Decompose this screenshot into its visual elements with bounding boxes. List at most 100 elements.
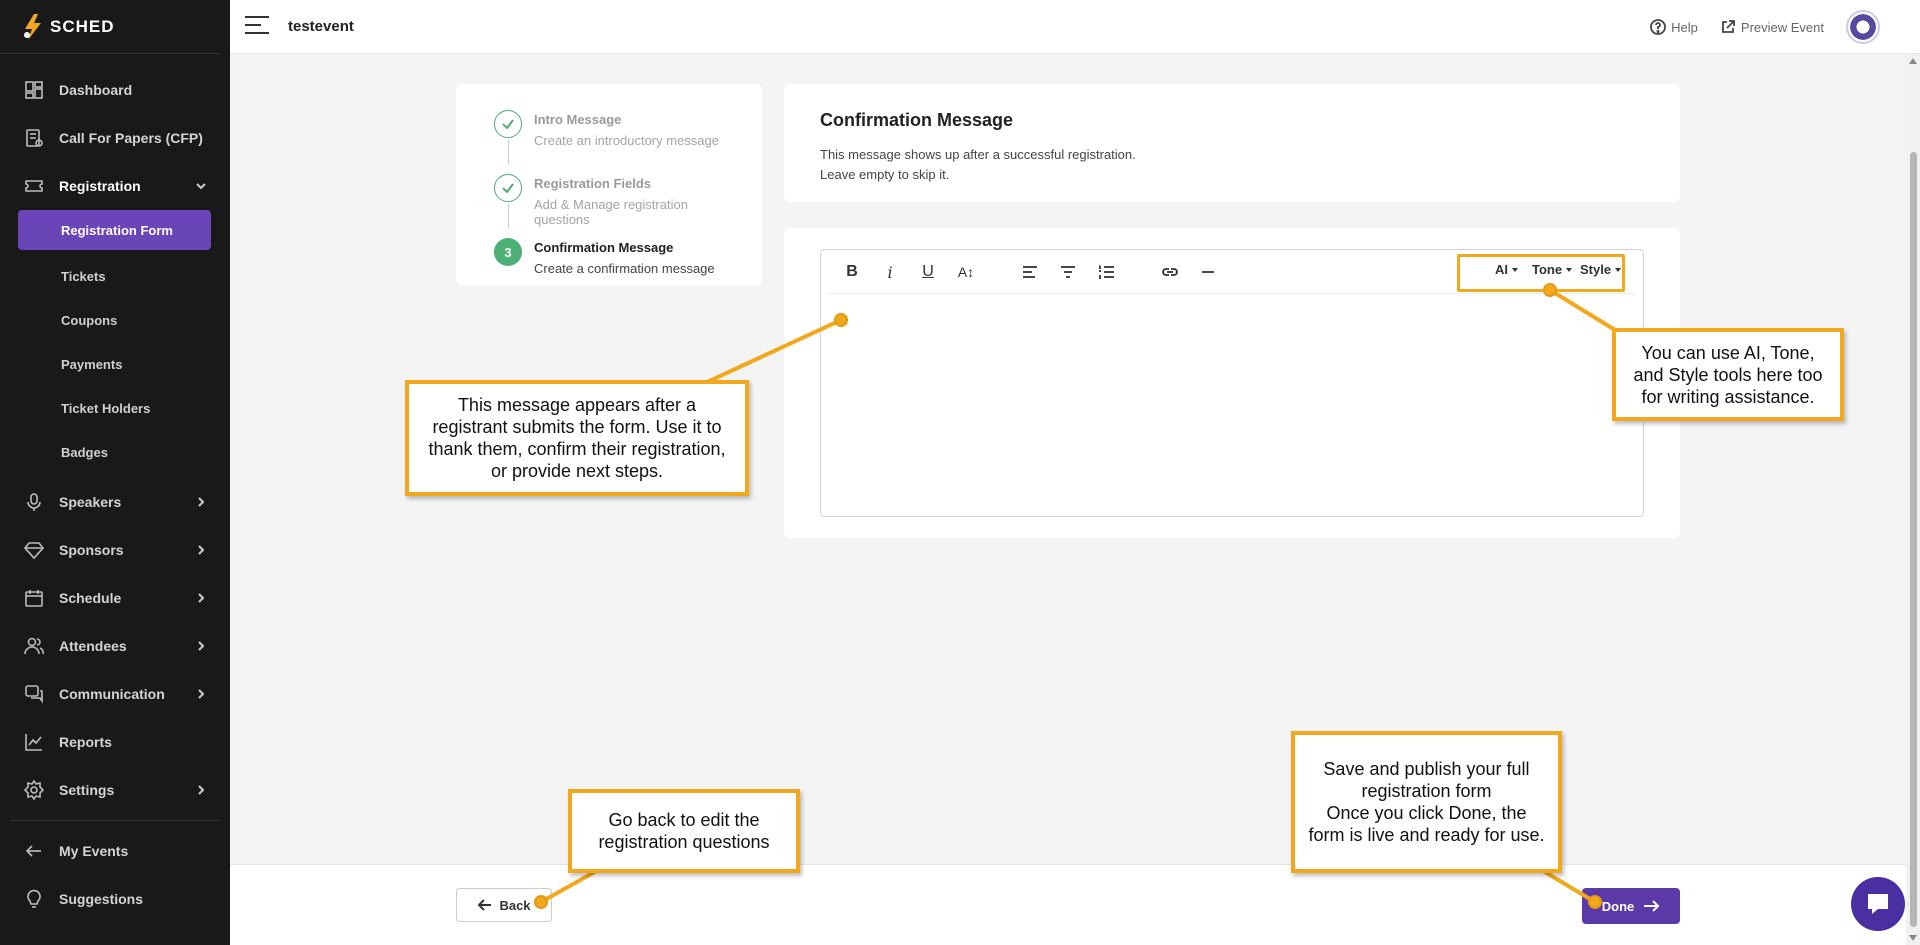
bottom-action-bar: Back Done (230, 864, 1920, 945)
italic-button[interactable]: i (879, 262, 901, 282)
sched-logo[interactable]: SCHED (0, 0, 220, 54)
sidebar-item-attendees[interactable]: Attendees (0, 622, 230, 670)
confirmation-card: Confirmation Message This message shows … (784, 84, 1680, 202)
sidebar-subitem-badges[interactable]: Badges (0, 430, 230, 474)
underline-button[interactable]: U (917, 262, 939, 282)
scroll-down-arrow-icon[interactable] (1909, 935, 1917, 941)
annotation-dot (834, 313, 848, 327)
sidebar-subitem-tickets[interactable]: Tickets (0, 254, 230, 298)
callout-done-line1: Save and publish your full registration … (1323, 759, 1530, 801)
sidebar-item-my-events[interactable]: My Events (0, 827, 230, 875)
step-confirmation-message[interactable]: 3 Confirmation Message Create a confirma… (474, 226, 744, 290)
microphone-icon (24, 492, 44, 512)
page-scrollbar[interactable] (1906, 54, 1920, 945)
logo-text: SCHED (50, 16, 115, 36)
chat-icon (24, 684, 44, 704)
sidebar-subitem-registration-form[interactable]: Registration Form (18, 210, 211, 250)
bold-button[interactable]: B (841, 262, 863, 282)
sidebar-item-schedule[interactable]: Schedule (0, 574, 230, 622)
scroll-up-arrow-icon[interactable] (1909, 58, 1917, 64)
annotation-dot (534, 895, 548, 909)
chat-bubble-icon (1868, 894, 1888, 914)
step-title: Intro Message (534, 112, 622, 127)
sidebar-item-registration[interactable]: Registration (0, 162, 230, 210)
sidebar-item-suggestions[interactable]: Suggestions (0, 875, 230, 923)
step-desc: Create a confirmation message (534, 261, 715, 276)
align-center-icon (1061, 266, 1075, 278)
lightning-logo-icon (22, 13, 44, 40)
step-desc: Create an introductory message (534, 133, 719, 148)
arrow-right-icon (1644, 900, 1660, 912)
external-link-icon (1722, 20, 1735, 33)
step-registration-fields[interactable]: Registration Fields Add & Manage registr… (474, 162, 744, 228)
event-name: testevent (288, 18, 354, 35)
back-label: Back (499, 897, 531, 913)
arrow-left-icon (24, 841, 44, 861)
sidebar-item-sponsors[interactable]: Sponsors (0, 526, 230, 574)
editor-toolbar: B i U A↕ AI Tone Style (829, 250, 1635, 294)
sidebar-item-cfp[interactable]: Call For Papers (CFP) (0, 114, 230, 162)
step-intro-message[interactable]: Intro Message Create an introductory mes… (474, 98, 744, 164)
sidebar-item-settings[interactable]: Settings (0, 766, 230, 814)
sidebar-item-label: Communication (59, 686, 165, 702)
sidebar-item-dashboard[interactable]: Dashboard (0, 66, 230, 114)
align-center-button[interactable] (1057, 262, 1079, 282)
steps-card: Intro Message Create an introductory mes… (456, 84, 762, 285)
sidebar-item-label: Reports (59, 734, 112, 750)
help-link[interactable]: Help (1650, 19, 1698, 35)
sidebar-item-reports[interactable]: Reports (0, 718, 230, 766)
check-icon (494, 110, 522, 138)
lightbulb-icon (24, 889, 44, 909)
sidebar-item-speakers[interactable]: Speakers (0, 478, 230, 526)
annotation-dot (1543, 283, 1557, 297)
support-chat-button[interactable] (1851, 877, 1905, 931)
callout-done-line2: Once you click Done, the form is live an… (1308, 803, 1545, 845)
sidebar-item-label: Settings (59, 782, 115, 798)
sidebar-item-label: Suggestions (59, 891, 144, 907)
rich-text-editor[interactable]: B i U A↕ AI Tone Style (820, 249, 1644, 517)
sidebar-subitem-ticket-holders[interactable]: Ticket Holders (0, 386, 230, 430)
chevron-right-icon (194, 639, 208, 653)
diamond-icon (24, 540, 44, 560)
sidebar-item-label: Registration (59, 178, 141, 194)
users-icon (24, 636, 44, 656)
callout-done-note: Save and publish your full registration … (1291, 731, 1562, 873)
avatar[interactable] (1846, 10, 1880, 44)
cfp-icon (24, 128, 44, 148)
link-icon (1162, 268, 1178, 276)
sidebar-item-label: Schedule (59, 590, 122, 606)
scroll-thumb[interactable] (1910, 152, 1917, 927)
sidebar-item-label: Dashboard (59, 82, 133, 98)
chevron-right-icon (194, 783, 208, 797)
chevron-right-icon (194, 687, 208, 701)
font-size-button[interactable]: A↕ (955, 262, 977, 282)
ordered-list-button[interactable] (1095, 262, 1117, 282)
chart-icon (24, 732, 44, 752)
horizontal-rule-button[interactable] (1197, 262, 1219, 282)
editor-card: B i U A↕ AI Tone Style (784, 228, 1680, 538)
ticket-icon (24, 176, 44, 196)
callout-back-note: Go back to edit the registration questio… (568, 789, 800, 873)
callout-ai-note: You can use AI, Tone, and Style tools he… (1612, 328, 1844, 421)
preview-event-link[interactable]: Preview Event (1720, 19, 1824, 35)
chevron-right-icon (194, 543, 208, 557)
align-left-button[interactable] (1019, 262, 1041, 282)
callout-editor-note: This message appears after a registrant … (405, 380, 749, 496)
sidebar-subitem-payments[interactable]: Payments (0, 342, 230, 386)
sidebar-item-label: Attendees (59, 638, 127, 654)
hamburger-menu-icon[interactable] (245, 16, 269, 36)
dashboard-icon (24, 80, 44, 100)
page-title: Confirmation Message (820, 110, 1014, 130)
ai-tools-highlight (1457, 254, 1625, 292)
check-icon (494, 174, 522, 202)
step-title: Registration Fields (534, 176, 652, 191)
annotation-dot (1588, 895, 1602, 909)
sidebar-subitem-coupons[interactable]: Coupons (0, 298, 230, 342)
done-label: Done (1601, 898, 1635, 914)
link-button[interactable] (1159, 262, 1181, 282)
preview-event-label: Preview Event (1740, 19, 1824, 35)
sidebar-item-communication[interactable]: Communication (0, 670, 230, 718)
step-number: 3 (494, 238, 522, 266)
step-desc: Add & Manage registration questions (534, 197, 688, 227)
sidebar-item-label: Sponsors (59, 542, 124, 558)
